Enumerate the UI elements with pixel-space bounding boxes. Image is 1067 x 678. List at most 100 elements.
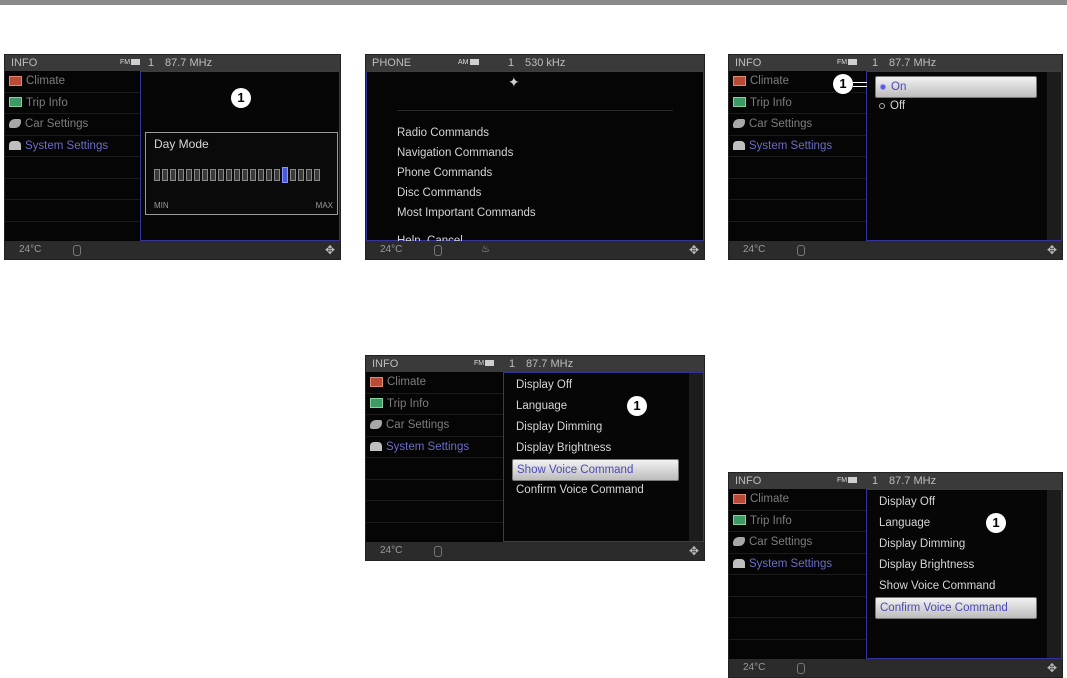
slider-segment [162, 169, 168, 181]
system-settings-icon [733, 558, 745, 568]
scrollbar[interactable] [1047, 490, 1061, 658]
menu-show-voice-command[interactable]: Show Voice Command [875, 576, 1037, 596]
menu-show-voice-command[interactable]: Show Voice Command [512, 459, 679, 481]
menu-item-system-settings[interactable]: System Settings [366, 437, 504, 458]
content-panel: Display Off Language Display Dimming Dis… [866, 489, 1062, 659]
phone-icon [797, 663, 805, 674]
voice-item-most-important[interactable]: Most Important Commands [397, 207, 536, 219]
menu-item-trip-info[interactable]: Trip Info [729, 93, 867, 114]
slider-segment [210, 169, 216, 181]
menu-display-dimming[interactable]: Display Dimming [875, 534, 1037, 554]
menu-language[interactable]: Language [875, 513, 1037, 533]
menu-item-trip-info[interactable]: Trip Info [366, 394, 504, 415]
menu-confirm-voice-command[interactable]: Confirm Voice Command [512, 480, 679, 500]
menu-language[interactable]: Language [512, 396, 679, 416]
temperature: 24°C [380, 244, 403, 255]
screen-day-mode: INFO FM 1 87.7 MHz Climate Trip Info Car… [4, 54, 341, 260]
menu-display-dimming[interactable]: Display Dimming [512, 417, 679, 437]
app-title: INFO [372, 358, 399, 370]
status-bar: INFO FM 1 87.7 MHz [729, 473, 1062, 489]
option-on[interactable]: On [875, 76, 1037, 98]
menu-display-off[interactable]: Display Off [875, 492, 1037, 512]
day-mode-title: Day Mode [154, 137, 209, 151]
menu-item-climate[interactable]: Climate [5, 71, 143, 93]
option-off[interactable]: Off [875, 96, 1037, 116]
frequency: 87.7 MHz [889, 475, 937, 487]
radio-unselected-icon [879, 102, 885, 109]
status-bar: INFO FM 1 87.7 MHz [729, 55, 1062, 71]
slider-segment [178, 169, 184, 181]
phone-icon [434, 245, 442, 256]
content-panel: 1 Day Mode MIN MAX [140, 71, 340, 241]
trip-info-icon [733, 97, 746, 108]
climate-icon [733, 75, 746, 86]
system-settings-icon [370, 441, 382, 451]
climate-icon [733, 493, 746, 504]
radio-selected-icon [880, 83, 886, 90]
status-bar: INFO FM 1 87.7 MHz [366, 356, 704, 372]
app-title: INFO [11, 57, 38, 69]
voice-item-navigation[interactable]: Navigation Commands [397, 147, 513, 159]
app-title: INFO [735, 475, 762, 487]
car-settings-icon [733, 119, 745, 129]
slider-segment [290, 169, 296, 181]
navigation-icon: ✥ [1046, 243, 1057, 257]
scrollbar[interactable] [1047, 72, 1061, 240]
slider-segment [250, 169, 256, 181]
voice-item-phone[interactable]: Phone Commands [397, 167, 492, 179]
fm-band-icon: FM [837, 473, 858, 489]
frequency: 87.7 MHz [165, 57, 213, 69]
menu-item-climate[interactable]: Climate [366, 372, 504, 394]
slider-segment [154, 169, 160, 181]
menu-item-trip-info[interactable]: Trip Info [729, 511, 867, 532]
app-title: INFO [735, 57, 762, 69]
scrollbar[interactable] [689, 373, 703, 541]
frequency: 87.7 MHz [526, 358, 574, 370]
side-menu: Climate Trip Info Car Settings System Se… [729, 71, 867, 243]
slider-segment [274, 169, 280, 181]
voice-item-radio[interactable]: Radio Commands [397, 127, 489, 139]
slider-segment [242, 169, 248, 181]
menu-item-system-settings[interactable]: System Settings [5, 136, 143, 157]
menu-item-system-settings[interactable]: System Settings [729, 136, 867, 157]
slider-segment [306, 169, 312, 181]
navigation-icon: ✥ [1046, 661, 1057, 675]
menu-item-climate[interactable]: Climate [729, 489, 867, 511]
voice-item-disc[interactable]: Disc Commands [397, 187, 481, 199]
menu-item-car-settings[interactable]: Car Settings [5, 114, 143, 136]
menu-item-system-settings[interactable]: System Settings [729, 554, 867, 575]
slider-thumb[interactable] [282, 167, 288, 183]
navigation-icon: ✥ [688, 544, 699, 558]
callout-marker: 1 [231, 88, 251, 108]
screen-confirm-voice-command: INFO FM 1 87.7 MHz Climate Trip Info Car… [728, 472, 1063, 678]
menu-confirm-voice-command[interactable]: Confirm Voice Command [875, 597, 1037, 619]
temperature: 24°C [19, 244, 42, 255]
slider-segment [194, 169, 200, 181]
menu-display-off[interactable]: Display Off [512, 375, 679, 395]
channel-number: 1 [509, 358, 516, 370]
content-panel: Display Off Language Display Dimming Dis… [503, 372, 704, 542]
navigation-icon: ✥ [324, 243, 335, 257]
side-menu: Climate Trip Info Car Settings System Se… [729, 489, 867, 661]
screen-voice-commands: PHONE AM 1 530 kHz ✦ Radio Commands Navi… [365, 54, 705, 260]
phone-icon [797, 245, 805, 256]
temperature: 24°C [743, 662, 766, 673]
menu-item-trip-info[interactable]: Trip Info [5, 93, 143, 114]
callout-marker: 1 [833, 74, 853, 94]
voice-icon: ✦ [508, 74, 520, 90]
menu-item-car-settings[interactable]: Car Settings [729, 532, 867, 554]
trip-info-icon [733, 515, 746, 526]
menu-item-car-settings[interactable]: Car Settings [366, 415, 504, 437]
menu-display-brightness[interactable]: Display Brightness [875, 555, 1037, 575]
screen-show-voice-command: INFO FM 1 87.7 MHz Climate Trip Info Car… [365, 355, 705, 561]
slider-min-label: MIN [154, 201, 169, 210]
microphone-icon: ♨ [481, 244, 490, 255]
menu-item-car-settings[interactable]: Car Settings [729, 114, 867, 136]
menu-display-brightness[interactable]: Display Brightness [512, 438, 679, 458]
slider-segment [258, 169, 264, 181]
trip-info-icon [9, 97, 22, 108]
trip-info-icon [370, 398, 383, 409]
day-mode-slider[interactable] [154, 167, 331, 183]
channel-number: 1 [872, 57, 879, 69]
phone-icon [73, 245, 81, 256]
